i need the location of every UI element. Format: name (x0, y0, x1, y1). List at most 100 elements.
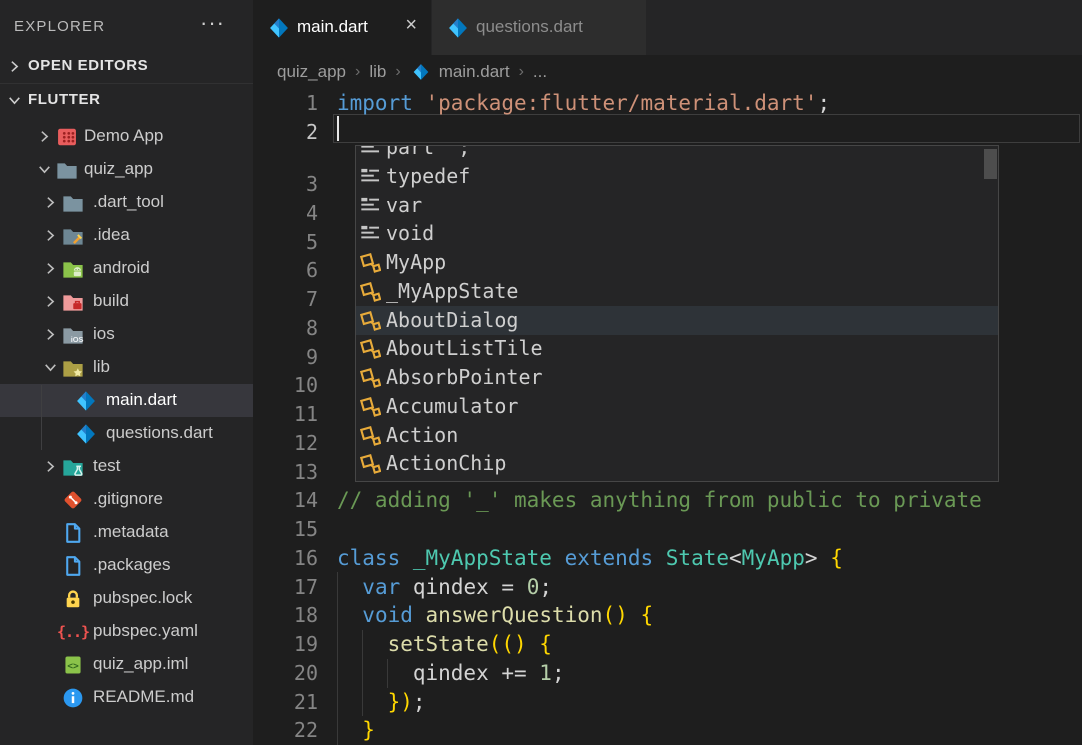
tree-item-.dart_tool[interactable]: .dart_tool (0, 186, 253, 219)
section-flutter[interactable]: FLUTTER (0, 83, 253, 116)
code-token (552, 546, 565, 570)
tree-item-test[interactable]: test (0, 450, 253, 483)
code-token: } (362, 718, 375, 742)
suggestion-part[interactable]: part ; (356, 145, 998, 162)
code-line-22[interactable]: } (337, 716, 375, 745)
suggestion-label: Accumulator (386, 393, 518, 420)
tree-item-.metadata[interactable]: .metadata (0, 516, 253, 549)
folder-build-icon (62, 291, 84, 313)
suggestion-AboutListTile[interactable]: AboutListTile (356, 334, 998, 363)
chevron-down-icon (36, 161, 53, 183)
line-number: 21 (253, 688, 318, 717)
tree-item-ios[interactable]: iOSios (0, 318, 253, 351)
breadcrumb-item-lib[interactable]: lib (369, 62, 386, 82)
tree-item-questions.dart[interactable]: questions.dart (0, 417, 253, 450)
code-editor[interactable]: 12345678910111213141516171819202122 impo… (253, 88, 1082, 745)
line-number: 20 (253, 659, 318, 688)
chevron-right-icon (42, 194, 59, 216)
tree-item-label: build (93, 291, 129, 311)
tree-item-.idea[interactable]: .idea (0, 219, 253, 252)
chevron-right-icon (36, 128, 53, 150)
suggestion-AbsorbPointer[interactable]: AbsorbPointer (356, 363, 998, 392)
code-line-18[interactable]: void answerQuestion() { (337, 601, 653, 630)
section-open-editors[interactable]: OPEN EDITORS (0, 50, 253, 83)
tree-item-lib[interactable]: lib (0, 351, 253, 384)
folder-ios-icon: iOS (62, 324, 84, 346)
code-token (413, 603, 426, 627)
tree-item-pubspec.lock[interactable]: pubspec.lock (0, 582, 253, 615)
tree-item-quiz_app.iml[interactable]: <>quiz_app.iml (0, 648, 253, 681)
line-number: 4 (253, 199, 318, 228)
tree-item-label: lib (93, 357, 110, 377)
code-line-17[interactable]: var qindex = 0; (337, 573, 552, 602)
line-number: 6 (253, 256, 318, 285)
code-token: var (362, 575, 400, 599)
tree-item-demo app[interactable]: Demo App (0, 120, 253, 153)
chevron-right-icon (42, 458, 59, 480)
line-number: 1 (253, 89, 318, 118)
popup-scrollbar-thumb[interactable] (984, 149, 997, 179)
code-line-16[interactable]: class _MyAppState extends State<MyApp> { (337, 544, 843, 573)
line-number: 5 (253, 228, 318, 257)
tree-item-readme.md[interactable]: README.md (0, 681, 253, 714)
suggestion-void[interactable]: void (356, 219, 998, 248)
tree-item-label: .metadata (93, 522, 169, 542)
breadcrumb-item-main-dart[interactable]: main.dart (410, 61, 510, 83)
suggestion-_MyAppState[interactable]: _MyAppState (356, 277, 998, 306)
suggestion-label: AboutListTile (386, 335, 543, 362)
snippet-icon (360, 145, 381, 158)
suggestion-AboutDialog[interactable]: AboutDialog (356, 306, 998, 335)
tree-item-quiz_app[interactable]: quiz_app (0, 153, 253, 186)
line-number: 8 (253, 314, 318, 343)
code-token (413, 91, 426, 115)
suggestion-MyApp[interactable]: MyApp (356, 248, 998, 277)
code-token: < (729, 546, 742, 570)
iml-icon: <> (62, 654, 84, 676)
suggestion-Accumulator[interactable]: Accumulator (356, 392, 998, 421)
code-token: qindex (413, 575, 489, 599)
dart-icon (447, 17, 469, 39)
more-actions-icon[interactable]: ··· (200, 10, 225, 36)
close-tab-icon[interactable]: × (405, 14, 417, 37)
suggestion-ActionChip[interactable]: ActionChip (356, 449, 998, 478)
tree-item-android[interactable]: android (0, 252, 253, 285)
suggestion-typedef[interactable]: typedef (356, 162, 998, 191)
code-line-14[interactable]: // adding '_' makes anything from public… (337, 486, 982, 515)
class-icon (360, 338, 381, 359)
tree-item-pubspec.yaml[interactable]: {..}pubspec.yaml (0, 615, 253, 648)
suggestion-ActionDispatcher[interactable]: ActionDispatcher (356, 478, 998, 482)
tree-item-.packages[interactable]: .packages (0, 549, 253, 582)
tree-item-label: quiz_app (84, 159, 153, 179)
line-number: 2 (253, 118, 318, 147)
folder-test-icon (62, 456, 84, 478)
suggestion-var[interactable]: var (356, 191, 998, 220)
breadcrumb-item-quiz_app[interactable]: quiz_app (277, 62, 346, 82)
tree-item-label: .packages (93, 555, 171, 575)
tab-main.dart[interactable]: main.dart× (253, 0, 431, 55)
tab-questions.dart[interactable]: questions.dart (431, 0, 647, 55)
code-token: class (337, 546, 400, 570)
code-line-1[interactable]: import 'package:flutter/material.dart'; (337, 89, 830, 118)
tree-item-label: android (93, 258, 150, 278)
breadcrumb-item----[interactable]: ... (533, 62, 547, 82)
svg-text:<>: <> (67, 661, 79, 672)
tree-item-.gitignore[interactable]: .gitignore (0, 483, 253, 516)
code-token: () { (603, 603, 654, 627)
tree-item-build[interactable]: build (0, 285, 253, 318)
code-line-20[interactable]: qindex += 1; (337, 659, 565, 688)
tree-item-label: Demo App (84, 126, 163, 146)
code-token: // adding '_' makes anything from public… (337, 488, 982, 512)
tree-item-main.dart[interactable]: main.dart (0, 384, 253, 417)
demo-app-icon (56, 126, 78, 148)
chevron-down-icon (6, 92, 23, 114)
code-line-21[interactable]: }); (337, 688, 426, 717)
suggestion-label: AboutDialog (386, 307, 518, 334)
suggestion-Action[interactable]: Action (356, 421, 998, 450)
code-token: extends (565, 546, 654, 570)
git-icon (62, 489, 84, 511)
folder-lib-icon (62, 357, 84, 379)
class-icon (360, 396, 381, 417)
code-line-19[interactable]: setState(() { (337, 630, 552, 659)
tree-item-label: main.dart (106, 390, 177, 410)
code-token: setState (388, 632, 489, 656)
